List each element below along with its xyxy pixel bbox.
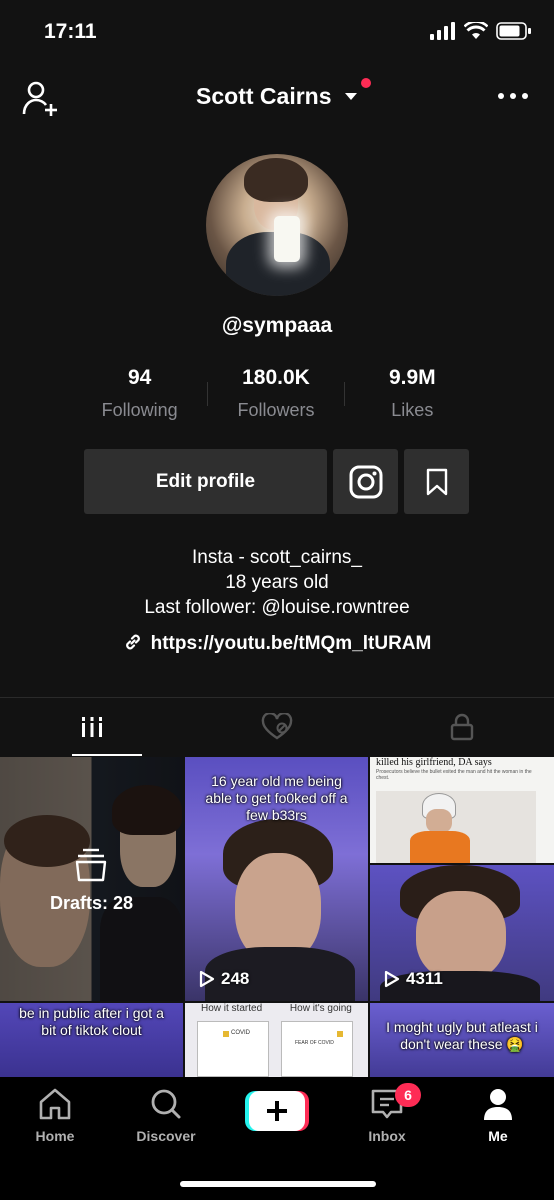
- instagram-icon: [349, 465, 382, 498]
- profile-link-text: https://youtu.be/tMQm_ltURAM: [150, 633, 432, 654]
- status-time: 17:11: [44, 20, 97, 43]
- stat-value: 180.0K: [242, 366, 310, 389]
- home-icon: [39, 1088, 71, 1120]
- tab-videos[interactable]: [0, 698, 185, 756]
- view-count-value: 248: [221, 969, 250, 988]
- grid-icon: [81, 717, 104, 737]
- profile-name: Scott Cairns: [196, 83, 332, 109]
- view-count-value: 4311: [406, 969, 443, 988]
- panel-label: FEAR OF COVID: [295, 1040, 334, 1046]
- stat-label: Followers: [237, 400, 315, 420]
- drafts-icon: [75, 848, 107, 882]
- wifi-icon: [464, 22, 488, 39]
- inbox-badge: 6: [395, 1083, 421, 1107]
- video-subcaption: Prosecutors believe the bullet exited th…: [376, 769, 532, 781]
- notification-dot: [361, 78, 371, 88]
- video-caption: be in public after i got a bit of tiktok…: [19, 1005, 164, 1038]
- bookmark-icon: [426, 468, 447, 495]
- tab-private[interactable]: [369, 698, 554, 756]
- bio: Insta - scott_cairns_ 18 years old Last …: [0, 545, 554, 620]
- signal-icon: [430, 22, 455, 40]
- more-dots-icon: [498, 93, 528, 99]
- play-icon: [384, 970, 400, 988]
- profile-stats: 94 Following 180.0K Followers 9.9M Likes: [72, 366, 480, 426]
- bio-line: Last follower: @louise.rowntree: [144, 597, 410, 618]
- home-indicator: [180, 1181, 376, 1187]
- bio-line: Insta - scott_cairns_: [191, 547, 363, 568]
- stat-value: 94: [127, 366, 152, 389]
- content-tabs: [0, 698, 554, 756]
- lock-icon: [450, 713, 473, 741]
- video-thumbnail[interactable]: killed his girlfriend, DA says Prosecuto…: [370, 757, 554, 863]
- video-caption: killed his girlfriend, DA says: [376, 757, 492, 768]
- video-thumbnail[interactable]: be in public after i got a bit of tiktok…: [0, 1003, 183, 1077]
- tab-liked[interactable]: [185, 698, 370, 756]
- nav-home[interactable]: Home: [10, 1087, 100, 1144]
- plus-icon: [245, 1091, 309, 1131]
- profile-header: Scott Cairns: [0, 70, 554, 126]
- stat-value: 9.9M: [388, 366, 436, 389]
- avatar[interactable]: [206, 154, 348, 296]
- view-count: 4311: [384, 969, 443, 989]
- profile-link[interactable]: https://youtu.be/tMQm_ltURAM: [0, 632, 554, 655]
- video-grid: Drafts: 28 16 year old me being able to …: [0, 757, 554, 1077]
- edit-profile-button[interactable]: Edit profile: [84, 449, 327, 514]
- drafts-tile[interactable]: Drafts: 28: [0, 757, 183, 1001]
- account-switcher[interactable]: Scott Cairns: [0, 83, 554, 110]
- video-thumbnail[interactable]: 4311: [370, 865, 554, 1001]
- video-thumbnail[interactable]: I moght ugly but atleast i don't wear th…: [370, 1003, 554, 1077]
- more-options-button[interactable]: [496, 86, 530, 106]
- status-icons: [430, 22, 532, 40]
- profile-icon: [484, 1089, 512, 1120]
- nav-discover[interactable]: Discover: [121, 1087, 211, 1144]
- favorites-button[interactable]: [404, 449, 469, 514]
- nav-label: Home: [35, 1128, 75, 1144]
- search-icon: [151, 1089, 181, 1119]
- video-thumbnail[interactable]: How it started How it's going COVID FEAR…: [185, 1003, 368, 1077]
- stat-followers[interactable]: 180.0K Followers: [208, 366, 343, 426]
- nav-me[interactable]: Me: [453, 1087, 543, 1144]
- play-icon: [199, 970, 215, 988]
- status-bar: 17:11: [0, 0, 554, 64]
- view-count: 248: [199, 969, 249, 989]
- caret-down-icon: [344, 92, 357, 100]
- profile-actions: Edit profile: [84, 449, 469, 514]
- stat-following[interactable]: 94 Following: [72, 366, 207, 426]
- video-caption: 16 year old me being able to get fo0ked …: [205, 773, 348, 823]
- create-button[interactable]: [245, 1091, 309, 1131]
- liked-icon: [261, 713, 293, 740]
- video-caption: How it started How it's going: [201, 1003, 352, 1014]
- username: @sympaaa: [221, 314, 333, 337]
- stat-label: Likes: [391, 400, 434, 420]
- bio-line: 18 years old: [225, 572, 329, 593]
- video-caption: I moght ugly but atleast i don't wear th…: [386, 1019, 538, 1052]
- instagram-button[interactable]: [333, 449, 398, 514]
- stat-label: Following: [101, 400, 178, 420]
- nav-label: Discover: [136, 1128, 196, 1144]
- nav-label: Inbox: [368, 1128, 406, 1144]
- video-thumbnail[interactable]: 16 year old me being able to get fo0ked …: [185, 757, 368, 1001]
- drafts-count: Drafts: 28: [49, 893, 134, 913]
- panel-label: COVID: [231, 1030, 251, 1036]
- nav-label: Me: [488, 1128, 508, 1144]
- link-icon: [125, 634, 140, 650]
- battery-icon: [496, 22, 531, 40]
- stat-likes[interactable]: 9.9M Likes: [345, 366, 480, 426]
